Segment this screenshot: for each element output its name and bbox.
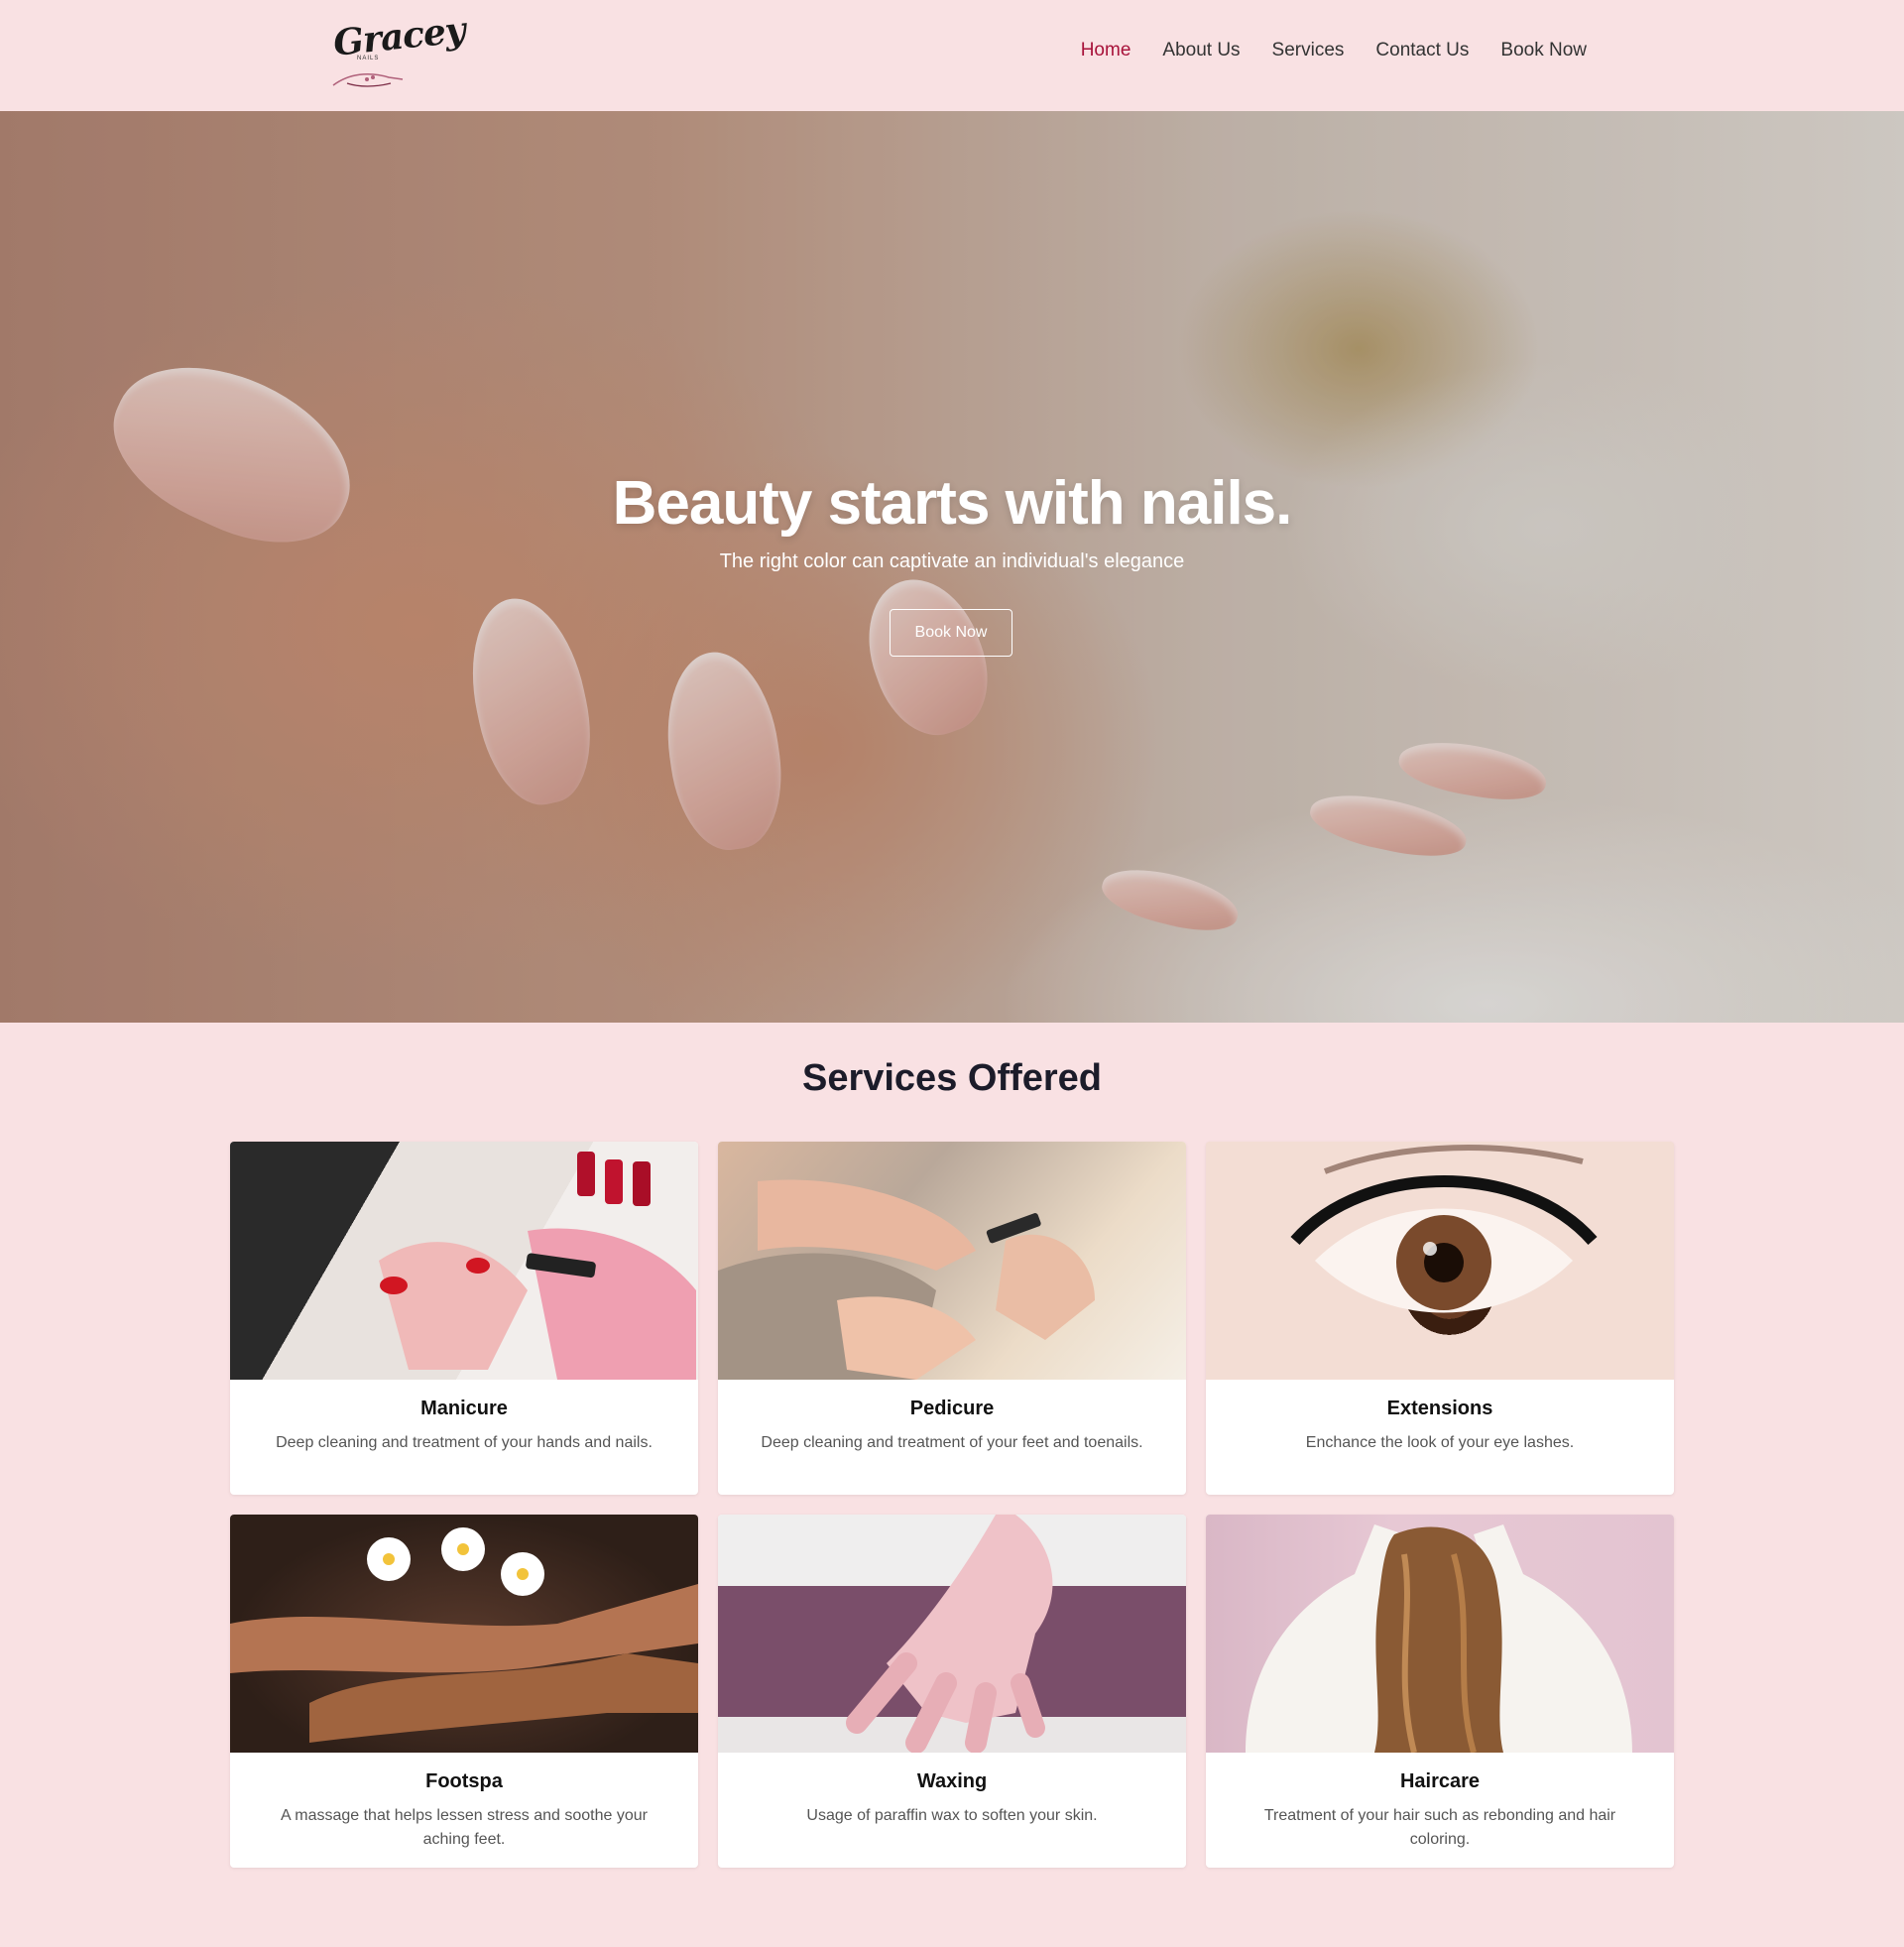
footspa-illustration	[230, 1527, 698, 1743]
nav-about-us[interactable]: About Us	[1162, 40, 1240, 61]
card-description: Deep cleaning and treatment of your hand…	[276, 1434, 653, 1451]
card-title: Waxing	[916, 1770, 988, 1792]
card-title: Footspa	[425, 1770, 503, 1792]
extensions-image	[1206, 1142, 1674, 1380]
nav-services[interactable]: Services	[1272, 40, 1345, 61]
footspa-image	[230, 1515, 698, 1753]
card-title: Pedicure	[909, 1398, 995, 1419]
hero-subtitle: The right color can captivate an individ…	[719, 550, 1185, 572]
hand-icon	[332, 72, 404, 87]
service-card-extensions[interactable]: Extensions Enchance the look of your eye…	[1206, 1142, 1674, 1495]
service-card-waxing[interactable]: Waxing Usage of paraffin wax to soften y…	[718, 1515, 1186, 1868]
card-description: Deep cleaning and treatment of your feet…	[761, 1434, 1143, 1451]
haircare-illustration	[1246, 1524, 1632, 1753]
waxing-illustration	[846, 1515, 1053, 1753]
manicure-image	[230, 1142, 698, 1380]
service-card-haircare[interactable]: Haircare Treatment of your hair such as …	[1206, 1515, 1674, 1868]
hero-book-now-button[interactable]: Book Now	[890, 609, 1012, 657]
services-grid: Manicure Deep cleaning and treatment of …	[230, 1142, 1674, 1868]
eye-illustration	[1290, 1145, 1598, 1313]
logo-wordmark: Gracey	[331, 9, 467, 64]
service-card-pedicure[interactable]: Pedicure Deep cleaning and treatment of …	[718, 1142, 1186, 1495]
hero-banner: Beauty starts with nails. The right colo…	[0, 111, 1904, 1023]
navbar: Gracey NAILS Home About Us Services Cont…	[0, 0, 1904, 111]
pedicure-illustration	[718, 1179, 1095, 1380]
card-description: Usage of paraffin wax to soften your ski…	[806, 1807, 1098, 1824]
pedicure-image	[718, 1142, 1186, 1380]
main-nav: Home About Us Services Contact Us Book N…	[1081, 40, 1587, 61]
nav-home[interactable]: Home	[1081, 40, 1131, 61]
hero-title: Beauty starts with nails.	[612, 469, 1293, 538]
waxing-image	[718, 1515, 1186, 1753]
service-card-manicure[interactable]: Manicure Deep cleaning and treatment of …	[230, 1142, 698, 1495]
card-description: A massage that helps lessen stress and s…	[281, 1807, 648, 1848]
nav-contact-us[interactable]: Contact Us	[1375, 40, 1469, 61]
service-card-footspa[interactable]: Footspa A massage that helps lessen stre…	[230, 1515, 698, 1868]
card-title: Haircare	[1399, 1770, 1481, 1792]
card-description: Treatment of your hair such as rebonding…	[1263, 1807, 1616, 1848]
logo-subtitle: NAILS	[357, 56, 380, 61]
services-heading: Services Offered	[801, 1057, 1103, 1099]
card-title: Manicure	[420, 1398, 508, 1419]
card-title: Extensions	[1386, 1398, 1493, 1419]
nav-book-now[interactable]: Book Now	[1500, 40, 1587, 61]
haircare-image	[1206, 1515, 1674, 1753]
card-description: Enchance the look of your eye lashes.	[1305, 1434, 1575, 1451]
manicure-illustration	[379, 1152, 696, 1380]
brand-logo[interactable]: Gracey NAILS	[327, 9, 467, 95]
